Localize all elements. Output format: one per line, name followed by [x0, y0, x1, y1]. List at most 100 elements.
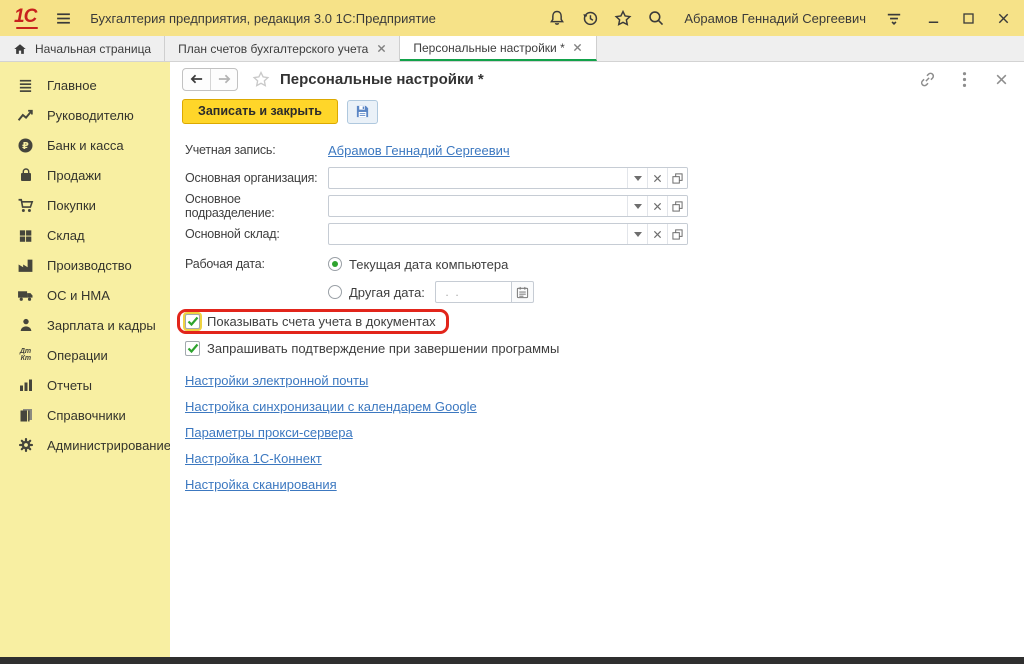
history-icon[interactable] [581, 9, 599, 27]
radio-current-date-label: Текущая дата компьютера [349, 257, 508, 272]
sidebar-item-label: Справочники [47, 408, 126, 423]
sidebar-item-label: Покупки [47, 198, 96, 213]
main-organization-field[interactable] [328, 167, 688, 189]
main-department-value[interactable] [329, 196, 627, 216]
favorites-star-icon[interactable] [614, 9, 632, 27]
back-icon[interactable] [183, 69, 210, 90]
sidebar-item-production[interactable]: Производство [0, 250, 170, 280]
tab-label: Начальная страница [35, 42, 151, 56]
sidebar-item-fixed-assets[interactable]: ОС и НМА [0, 280, 170, 310]
tab-personal-settings[interactable]: Персональные настройки * [400, 36, 596, 61]
proxy-settings-link[interactable]: Параметры прокси-сервера [185, 425, 353, 440]
bag-icon [17, 167, 34, 184]
more-icon[interactable] [955, 70, 973, 88]
open-icon[interactable] [667, 224, 687, 244]
sidebar-item-manager[interactable]: Руководителю [0, 100, 170, 130]
minimize-icon[interactable] [924, 9, 942, 27]
barchart-icon [17, 377, 34, 394]
books-icon [17, 407, 34, 424]
main-organization-value[interactable] [329, 168, 627, 188]
dropdown-icon[interactable] [627, 196, 647, 216]
save-button[interactable] [347, 100, 378, 124]
main-department-row: Основное подразделение: [185, 192, 1024, 220]
command-bar: Записать и закрыть [170, 96, 1024, 130]
scan-settings-link[interactable]: Настройка сканирования [185, 477, 337, 492]
tab-close-icon[interactable] [573, 43, 583, 53]
clear-icon[interactable] [647, 168, 667, 188]
sidebar-item-bank-cash[interactable]: ₽ Банк и касса [0, 130, 170, 160]
home-icon [13, 42, 27, 56]
sidebar-item-label: Банк и касса [47, 138, 124, 153]
account-link[interactable]: Абрамов Геннадий Сергеевич [328, 143, 510, 158]
sidebar-item-label: Операции [47, 348, 108, 363]
show-accounts-checkbox[interactable] [185, 314, 200, 329]
section-sidebar: Главное Руководителю ₽ Банк и касса Прод… [0, 62, 170, 657]
dropdown-icon[interactable] [627, 224, 647, 244]
gear-icon [17, 437, 34, 454]
close-window-icon[interactable] [994, 9, 1012, 27]
other-date-row: Другая дата: [185, 278, 1024, 306]
main-warehouse-value[interactable] [329, 224, 627, 244]
app-window: 1С Бухгалтерия предприятия, редакция 3.0… [0, 0, 1024, 657]
sidebar-item-main[interactable]: Главное [0, 70, 170, 100]
current-user[interactable]: Абрамов Геннадий Сергеевич [684, 11, 866, 26]
confirm-exit-checkbox-label: Запрашивать подтверждение при завершении… [207, 341, 559, 356]
cart-icon [17, 197, 34, 214]
main-warehouse-row: Основной склад: [185, 220, 1024, 248]
1c-logo: 1С [14, 6, 36, 30]
titlebar: 1С Бухгалтерия предприятия, редакция 3.0… [0, 0, 1024, 36]
main-department-label: Основное подразделение: [185, 192, 328, 220]
tab-home[interactable]: Начальная страница [0, 36, 165, 61]
form-header: Персональные настройки * [170, 62, 1024, 96]
google-calendar-sync-link[interactable]: Настройка синхронизации с календарем Goo… [185, 399, 477, 414]
show-accounts-checkbox-row[interactable]: Показывать счета учета в документах [177, 309, 449, 334]
sidebar-item-label: Склад [47, 228, 85, 243]
close-form-icon[interactable] [992, 70, 1010, 88]
screen: 1С Бухгалтерия предприятия, редакция 3.0… [0, 0, 1024, 664]
tab-chart-of-accounts[interactable]: План счетов бухгалтерского учета [165, 36, 400, 61]
favorite-star-icon[interactable] [252, 70, 270, 88]
main-department-field[interactable] [328, 195, 688, 217]
sidebar-item-reports[interactable]: Отчеты [0, 370, 170, 400]
dropdown-icon[interactable] [627, 168, 647, 188]
forward-icon[interactable] [210, 69, 237, 90]
account-label: Учетная запись: [185, 143, 328, 157]
clear-icon[interactable] [647, 224, 667, 244]
sidebar-item-purchases[interactable]: Покупки [0, 190, 170, 220]
clear-icon[interactable] [647, 196, 667, 216]
sidebar-item-administration[interactable]: Администрирование [0, 430, 170, 460]
1c-connect-settings-link[interactable]: Настройка 1С-Коннект [185, 451, 322, 466]
sidebar-item-directories[interactable]: Справочники [0, 400, 170, 430]
radio-current-date[interactable] [328, 257, 342, 271]
radio-other-date[interactable] [328, 285, 342, 299]
save-and-close-button[interactable]: Записать и закрыть [182, 99, 338, 124]
work-date-label: Рабочая дата: [185, 257, 328, 271]
other-date-input[interactable] [435, 281, 512, 303]
open-icon[interactable] [667, 168, 687, 188]
service-menu-icon[interactable] [885, 9, 903, 27]
main-content: Персональные настройки * Записать и закр… [170, 62, 1024, 657]
sidebar-item-sales[interactable]: Продажи [0, 160, 170, 190]
email-settings-link[interactable]: Настройки электронной почты [185, 373, 368, 388]
window-controls [924, 9, 1012, 27]
open-icon[interactable] [667, 196, 687, 216]
main-menu-icon[interactable] [54, 9, 72, 27]
confirm-exit-checkbox-row[interactable]: Запрашивать подтверждение при завершении… [177, 336, 572, 361]
maximize-icon[interactable] [959, 9, 977, 27]
sidebar-item-operations[interactable]: ДтКт Операции [0, 340, 170, 370]
calendar-icon[interactable] [512, 281, 534, 303]
link-icon[interactable] [918, 70, 936, 88]
sections-icon [17, 77, 34, 94]
search-icon[interactable] [647, 9, 665, 27]
confirm-exit-checkbox[interactable] [185, 341, 200, 356]
radio-other-date-label: Другая дата: [349, 285, 435, 300]
sidebar-item-label: Руководителю [47, 108, 134, 123]
sidebar-item-salary-hr[interactable]: Зарплата и кадры [0, 310, 170, 340]
main-warehouse-field[interactable] [328, 223, 688, 245]
sidebar-item-warehouse[interactable]: Склад [0, 220, 170, 250]
app-title: Бухгалтерия предприятия, редакция 3.0 1С… [90, 11, 436, 26]
notifications-bell-icon[interactable] [548, 9, 566, 27]
tab-close-icon[interactable] [376, 44, 386, 54]
main-warehouse-label: Основной склад: [185, 227, 328, 241]
tab-label: План счетов бухгалтерского учета [178, 42, 368, 56]
